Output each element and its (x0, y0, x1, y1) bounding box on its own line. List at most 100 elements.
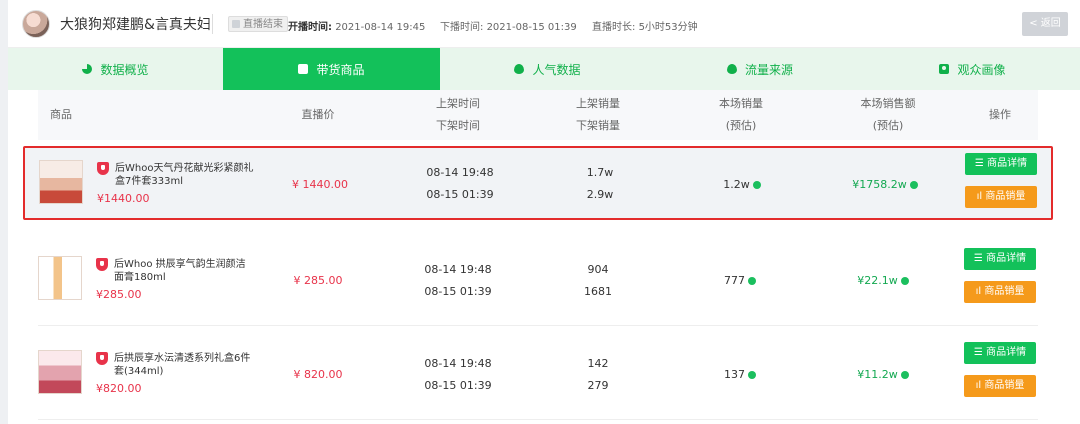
time-down: 08-15 01:39 (424, 285, 492, 298)
product-name[interactable]: 后拱辰享水沄清透系列礼盒6件套(344ml) (114, 352, 254, 378)
drop-icon (726, 64, 737, 74)
shield-icon (97, 162, 109, 175)
shield-icon (96, 352, 108, 365)
tab-label: 带货商品 (316, 62, 365, 77)
sales-down: 2.9w (586, 188, 614, 201)
verified-icon (752, 181, 761, 189)
sales-down: 279 (587, 379, 609, 392)
end-time: 下播时间: 2021-08-15 01:39 (440, 18, 577, 33)
sales-up: 1.7w (586, 166, 614, 179)
table-row[interactable]: 后拱辰享水沄清透系列礼盒6件套(344ml) ¥820.00 ¥ 820.00 … (38, 328, 1038, 420)
live-price: ¥ 1440.00 (292, 178, 348, 191)
table-row[interactable]: 后Whoo 拱辰享气韵生润颜洁面膏180ml ¥285.00 ¥ 285.00 … (38, 234, 1038, 326)
live-session-page: 大狼狗郑建鹏&言真夫妇 直播结束 开播时间: 2021-08-14 19:45 … (0, 0, 1080, 424)
user-card-icon (939, 64, 950, 74)
session-revenue: ¥11.2w (833, 363, 933, 387)
start-time-value: 2021-08-14 19:45 (335, 22, 426, 33)
verified-icon (900, 277, 909, 285)
product-thumbnail[interactable] (38, 350, 82, 394)
session-revenue-value: ¥22.1w (857, 274, 898, 287)
session-sales: 777 (695, 269, 785, 293)
session-revenue: ¥1758.2w (835, 173, 935, 197)
col-session-revenue-sub: (预估) (872, 119, 904, 132)
session-sales-value: 777 (724, 274, 745, 287)
duration-label: 直播时长: (592, 22, 636, 33)
sales-up: 142 (587, 357, 609, 370)
avatar[interactable] (22, 10, 50, 38)
product-sales-button[interactable]: ıl 商品销量 (964, 375, 1036, 397)
session-revenue: ¥22.1w (833, 269, 933, 293)
col-sales: 上架销量 下架销量 (558, 90, 638, 140)
time-up: 08-14 19:48 (424, 357, 492, 370)
session-header: 大狼狗郑建鹏&言真夫妇 直播结束 开播时间: 2021-08-14 19:45 … (8, 0, 1080, 48)
col-times: 上架时间 下架时间 (418, 90, 498, 140)
product-thumbnail[interactable] (39, 160, 83, 204)
back-button[interactable]: < 返回 (1022, 12, 1068, 36)
sales-down: 1681 (584, 285, 612, 298)
tab-label: 数据概览 (100, 62, 149, 77)
tab-label: 流量来源 (744, 62, 793, 77)
product-price: ¥820.00 (96, 382, 142, 395)
tab-products[interactable]: 带货商品 (223, 48, 440, 90)
session-sales-value: 1.2w (723, 178, 750, 191)
tab-overview[interactable]: 数据概览 (8, 48, 223, 90)
product-price: ¥1440.00 (97, 192, 150, 205)
col-session-sales-sub: (预估) (725, 119, 757, 132)
header-divider (212, 14, 213, 34)
time-up: 08-14 19:48 (426, 166, 494, 179)
col-time-up: 上架时间 (436, 97, 480, 110)
col-product: 商品 (50, 108, 72, 121)
tab-traffic[interactable]: 流量来源 (655, 48, 865, 90)
shield-icon (96, 258, 108, 271)
col-sales-up: 上架销量 (576, 97, 620, 110)
session-sales: 1.2w (697, 173, 787, 197)
verified-icon (909, 181, 918, 189)
box-icon (298, 64, 309, 74)
live-price: ¥ 285.00 (293, 274, 343, 287)
session-sales: 137 (695, 363, 785, 387)
col-session-revenue: 本场销售额 (预估) (838, 90, 938, 140)
status-badge: 直播结束 (228, 16, 288, 32)
product-thumbnail[interactable] (38, 256, 82, 300)
start-time-label: 开播时间: (288, 22, 332, 33)
duration: 直播时长: 5小时53分钟 (592, 18, 698, 33)
col-session-revenue-label: 本场销售额 (860, 97, 916, 110)
left-sidebar-strip (0, 0, 8, 424)
tab-label: 人气数据 (532, 62, 581, 77)
col-live-price: 直播价 (301, 108, 335, 121)
product-sales-button[interactable]: ıl 商品销量 (964, 281, 1036, 303)
start-time: 开播时间: 2021-08-14 19:45 (288, 18, 425, 33)
streamer-name: 大狼狗郑建鹏&言真夫妇 (60, 17, 211, 33)
product-detail-button[interactable]: ☰ 商品详情 (964, 248, 1036, 270)
verified-icon (900, 371, 909, 379)
table-row[interactable]: 后Whoo天气丹花献光彩紧颜礼盒7件套333ml ¥1440.00 ¥ 1440… (23, 146, 1053, 220)
session-revenue-value: ¥1758.2w (852, 178, 907, 191)
tab-label: 观众画像 (957, 62, 1006, 77)
product-detail-button[interactable]: ☰ 商品详情 (965, 153, 1037, 175)
session-revenue-value: ¥11.2w (857, 368, 898, 381)
verified-icon (748, 277, 756, 285)
product-price: ¥285.00 (96, 288, 142, 301)
tab-popularity[interactable]: 人气数据 (440, 48, 655, 90)
duration-value: 5小时53分钟 (638, 22, 698, 33)
col-sales-down: 下架销量 (576, 119, 620, 132)
col-actions: 操作 (989, 108, 1011, 121)
table-header: 商品 直播价 上架时间 下架时间 上架销量 下架销量 本场销量 (预估) 本场销… (38, 90, 1038, 140)
product-sales-button[interactable]: ıl 商品销量 (965, 186, 1037, 208)
drop-icon (514, 64, 525, 74)
col-session-sales: 本场销量 (预估) (701, 90, 781, 140)
live-price: ¥ 820.00 (293, 368, 343, 381)
time-up: 08-14 19:48 (424, 263, 492, 276)
col-time-down: 下架时间 (436, 119, 480, 132)
end-time-label: 下播时间: (440, 22, 484, 33)
pie-icon (82, 64, 93, 74)
product-detail-button[interactable]: ☰ 商品详情 (964, 342, 1036, 364)
time-down: 08-15 01:39 (426, 188, 494, 201)
time-down: 08-15 01:39 (424, 379, 492, 392)
end-time-value: 2021-08-15 01:39 (486, 22, 577, 33)
tab-audience[interactable]: 观众画像 (865, 48, 1080, 90)
session-sales-value: 137 (724, 368, 745, 381)
tab-bar: 数据概览 带货商品 人气数据 流量来源 观众画像 (8, 48, 1080, 90)
product-name[interactable]: 后Whoo 拱辰享气韵生润颜洁面膏180ml (114, 258, 254, 284)
product-name[interactable]: 后Whoo天气丹花献光彩紧颜礼盒7件套333ml (115, 162, 255, 188)
